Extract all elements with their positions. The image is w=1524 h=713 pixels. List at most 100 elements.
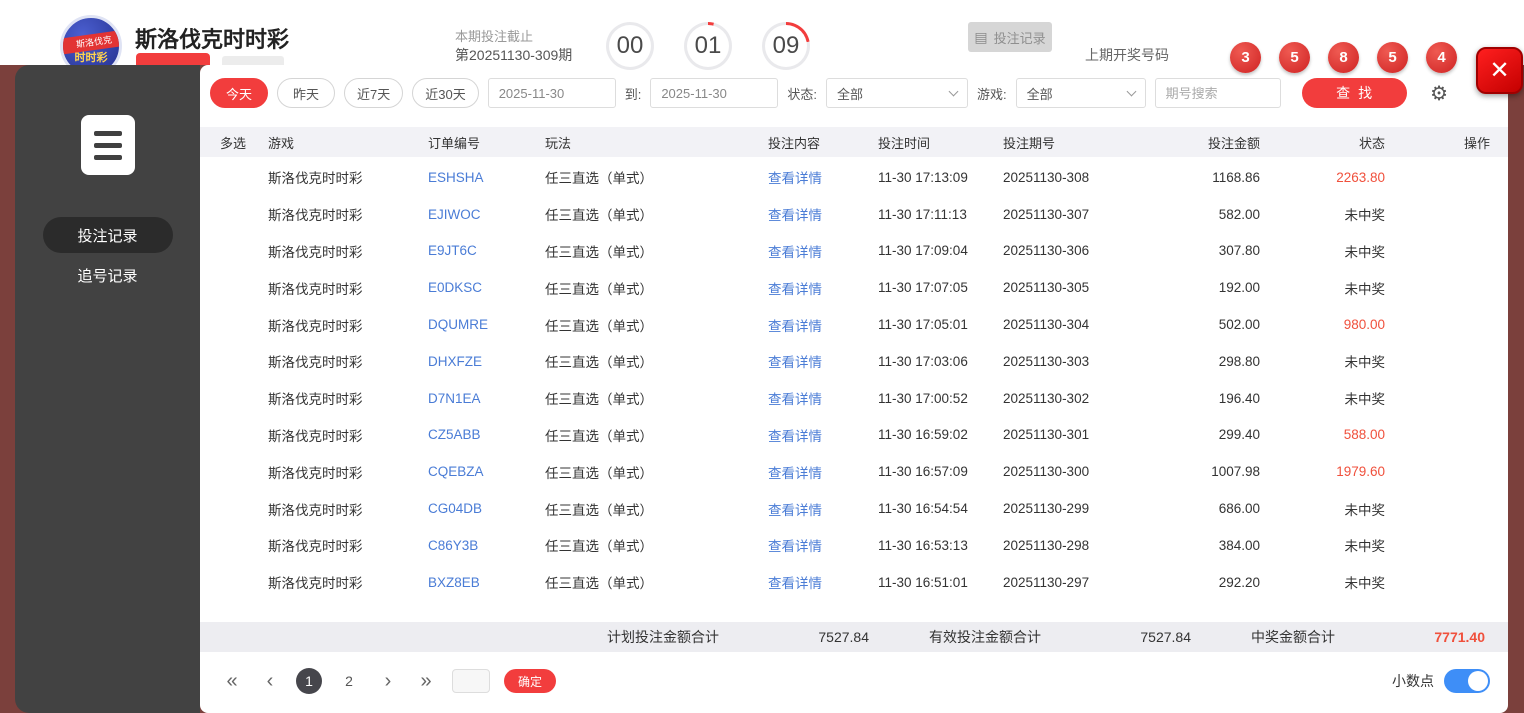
date-to-input[interactable] — [650, 78, 779, 108]
cell-game: 斯洛伐克时时彩 — [268, 465, 363, 481]
table-row: 斯洛伐克时时彩 DQUMRE 任三直选（单式） 查看详情 11-30 17:05… — [200, 306, 1508, 343]
countdown-digit: 09 — [765, 25, 807, 67]
cell-detail-link[interactable]: 查看详情 — [768, 466, 822, 481]
cell-order-id[interactable]: DQUMRE — [428, 317, 545, 332]
cell-detail-link[interactable]: 查看详情 — [768, 319, 822, 334]
decimal-point-toggle[interactable] — [1444, 669, 1490, 693]
cell-play: 任三直选（单式） — [545, 502, 653, 518]
cell-game: 斯洛伐克时时彩 — [268, 576, 363, 592]
cell-order-id[interactable]: ESHSHA — [428, 170, 545, 185]
table-row: 斯洛伐克时时彩 D7N1EA 任三直选（单式） 查看详情 11-30 17:00… — [200, 380, 1508, 417]
cell-order-id[interactable]: E9JT6C — [428, 243, 545, 258]
next-page-button[interactable]: › — [376, 670, 400, 693]
table-row: 斯洛伐克时时彩 DHXFZE 任三直选（单式） 查看详情 11-30 17:03… — [200, 343, 1508, 380]
game-select[interactable]: 全部 — [1015, 78, 1146, 108]
page-jump-input[interactable] — [452, 669, 490, 693]
cell-detail-link[interactable]: 查看详情 — [768, 282, 822, 297]
status-select-value: 全部 — [836, 86, 863, 102]
page-number-button[interactable]: 2 — [336, 668, 362, 694]
cell-order-id[interactable]: BXZ8EB — [428, 575, 545, 590]
prev-page-button[interactable]: ‹ — [258, 670, 282, 693]
cell-play: 任三直选（单式） — [545, 318, 653, 334]
table-row: 斯洛伐克时时彩 BXZ8EB 任三直选（单式） 查看详情 11-30 16:51… — [200, 564, 1508, 601]
current-period-label: 第20251130-309期 — [455, 47, 573, 63]
cell-order-id[interactable]: C86Y3B — [428, 538, 545, 553]
last-draw-label: 上期开奖号码 — [1085, 47, 1169, 63]
cell-period: 20251130-297 — [1003, 574, 1090, 590]
cell-game: 斯洛伐克时时彩 — [268, 502, 363, 518]
cell-period: 20251130-299 — [1003, 501, 1090, 517]
cell-order-id[interactable]: EJIWOC — [428, 207, 545, 222]
cell-play: 任三直选（单式） — [545, 392, 653, 408]
cell-game: 斯洛伐克时时彩 — [268, 355, 363, 371]
cell-detail-link[interactable]: 查看详情 — [768, 208, 822, 223]
table-row: 斯洛伐克时时彩 CG04DB 任三直选（单式） 查看详情 11-30 16:54… — [200, 490, 1508, 527]
records-document-icon — [80, 115, 135, 175]
cell-time: 11-30 16:53:13 — [878, 537, 968, 553]
cell-order-id[interactable]: CZ5ABB — [428, 427, 545, 442]
cell-amount: 686.00 — [1218, 501, 1260, 517]
cell-time: 11-30 17:09:04 — [878, 243, 968, 259]
status-select[interactable]: 全部 — [825, 78, 968, 108]
cell-detail-link[interactable]: 查看详情 — [768, 171, 822, 186]
page-number-button[interactable]: 1 — [296, 668, 322, 694]
draw-number-ball: 4 — [1426, 42, 1457, 73]
cell-status: 未中奖 — [1344, 502, 1386, 518]
sidebar-item-bet-records[interactable]: 投注记录 — [42, 217, 173, 253]
quick-range-button[interactable]: 昨天 — [277, 78, 335, 108]
sidebar-item-chase-records[interactable]: 追号记录 — [43, 257, 173, 293]
cell-order-id[interactable]: DHXFZE — [428, 354, 545, 369]
quick-range-button[interactable]: 近30天 — [412, 78, 479, 108]
cell-game: 斯洛伐克时时彩 — [268, 281, 363, 297]
date-to-label: 到: — [624, 86, 642, 102]
cell-amount: 582.00 — [1218, 206, 1260, 222]
settings-gear-icon[interactable]: ⚙ — [1424, 80, 1454, 107]
first-page-button[interactable]: « — [220, 670, 244, 693]
cell-status: 1979.60 — [1336, 464, 1385, 480]
cell-time: 11-30 17:05:01 — [878, 317, 968, 333]
cell-status: 未中奖 — [1344, 355, 1386, 371]
cell-detail-link[interactable]: 查看详情 — [768, 503, 822, 518]
search-button[interactable]: 查找 — [1301, 78, 1407, 108]
cell-detail-link[interactable]: 查看详情 — [768, 576, 822, 591]
win-total-label: 中奖金额合计 — [1251, 629, 1335, 645]
cell-period: 20251130-306 — [1003, 243, 1090, 259]
cell-detail-link[interactable]: 查看详情 — [768, 245, 822, 260]
cell-detail-link[interactable]: 查看详情 — [768, 355, 822, 370]
cell-period: 20251130-302 — [1003, 390, 1090, 406]
last-page-button[interactable]: » — [414, 670, 438, 693]
cell-amount: 298.80 — [1218, 353, 1260, 369]
cell-order-id[interactable]: E0DKSC — [428, 280, 545, 295]
date-from-input[interactable] — [487, 78, 616, 108]
toggle-knob — [1468, 671, 1488, 691]
document-icon: ▤ — [974, 29, 988, 45]
valid-total-value: 7527.84 — [1140, 629, 1191, 645]
cell-amount: 292.20 — [1218, 574, 1260, 590]
period-search-input[interactable] — [1154, 78, 1281, 108]
cell-order-id[interactable]: CQEBZA — [428, 464, 545, 479]
close-button[interactable]: ✕ — [1476, 47, 1523, 94]
col-header-content: 投注内容 — [768, 135, 821, 151]
cell-detail-link[interactable]: 查看详情 — [768, 429, 822, 444]
cell-status: 未中奖 — [1344, 392, 1386, 408]
cell-time: 11-30 16:59:02 — [878, 427, 968, 443]
quick-range-button[interactable]: 近7天 — [344, 78, 404, 108]
game-filter-label: 游戏: — [976, 86, 1007, 102]
cell-order-id[interactable]: D7N1EA — [428, 391, 545, 406]
col-header-status: 状态 — [1358, 135, 1385, 151]
cell-status: 未中奖 — [1344, 281, 1386, 297]
cell-play: 任三直选（单式） — [545, 428, 653, 444]
quick-range-button[interactable]: 今天 — [210, 78, 268, 108]
cell-status: 588.00 — [1343, 427, 1385, 443]
cell-amount: 384.00 — [1218, 537, 1260, 553]
cell-order-id[interactable]: CG04DB — [428, 501, 545, 516]
cell-amount: 1168.86 — [1212, 169, 1260, 185]
cell-detail-link[interactable]: 查看详情 — [768, 539, 822, 554]
cell-period: 20251130-300 — [1003, 464, 1090, 480]
page-jump-confirm-button[interactable]: 确定 — [504, 669, 557, 693]
cell-play: 任三直选（单式） — [545, 576, 653, 592]
header-bet-record-button[interactable]: ▤ 投注记录 — [968, 22, 1052, 52]
cell-play: 任三直选（单式） — [545, 244, 653, 260]
col-header-period: 投注期号 — [1003, 135, 1056, 151]
cell-detail-link[interactable]: 查看详情 — [768, 392, 822, 407]
